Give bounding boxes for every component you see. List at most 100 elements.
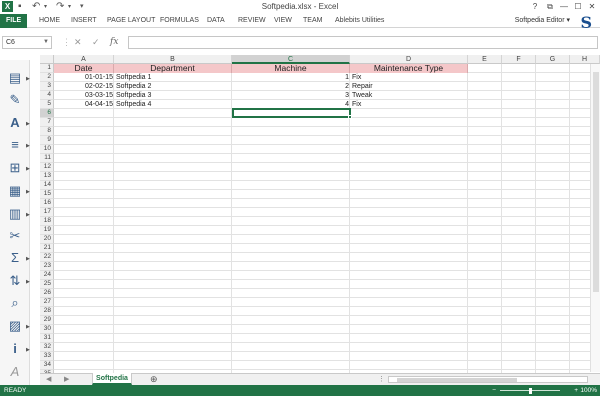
row-header-33[interactable]: 33 <box>40 352 54 361</box>
sum-icon[interactable]: Σ <box>4 250 26 266</box>
maximize-icon[interactable]: ☐ <box>571 0 585 13</box>
row-header-31[interactable]: 31 <box>40 334 54 343</box>
row-header-3[interactable]: 3 <box>40 82 54 91</box>
tab-file[interactable]: FILE <box>0 14 28 28</box>
add-sheet-icon[interactable]: ⊕ <box>150 374 158 385</box>
ribbon-display-options-icon[interactable]: ⧉ <box>543 0 557 13</box>
header-cell-date[interactable]: Date <box>54 64 114 73</box>
column-header-h[interactable]: H <box>570 55 600 64</box>
row-header-7[interactable]: 7 <box>40 118 54 127</box>
row-header-22[interactable]: 22 <box>40 253 54 262</box>
info-icon[interactable]: i <box>4 341 26 357</box>
row-header-32[interactable]: 32 <box>40 343 54 352</box>
text-tools-icon[interactable]: ▦ <box>4 183 26 199</box>
font-expand-icon[interactable]: ▶ <box>26 121 30 127</box>
cell-a4[interactable]: 03-03-15 <box>54 91 113 100</box>
tab-split-icon[interactable]: ⋮ <box>378 374 385 385</box>
row-header-1[interactable]: 1 <box>40 64 54 73</box>
customize-quick-access-icon[interactable]: ▾ <box>80 1 84 13</box>
row-header-26[interactable]: 26 <box>40 289 54 298</box>
style-icon[interactable]: A <box>4 364 26 380</box>
save-icon[interactable]: ▪ <box>18 1 22 13</box>
cancel-icon[interactable]: ✕ <box>74 36 82 49</box>
cell-b5[interactable]: Softpedia 4 <box>116 100 232 109</box>
column-header-g[interactable]: G <box>536 55 570 64</box>
row-header-29[interactable]: 29 <box>40 316 54 325</box>
row-header-17[interactable]: 17 <box>40 208 54 217</box>
row-header-12[interactable]: 12 <box>40 163 54 172</box>
user-account[interactable]: Softpedia Editor ▾ <box>515 14 570 28</box>
zoom-in-icon[interactable]: + <box>574 385 578 396</box>
sheet-tab-softpedia[interactable]: Softpedia <box>92 373 132 385</box>
tab-home[interactable]: HOME <box>39 14 60 28</box>
redo-icon[interactable]: ↷ <box>56 1 64 13</box>
formula-input[interactable] <box>128 36 598 49</box>
row-header-24[interactable]: 24 <box>40 271 54 280</box>
active-cell-c6[interactable] <box>232 108 351 118</box>
sort-icon[interactable]: ⇅ <box>4 273 26 289</box>
row-header-34[interactable]: 34 <box>40 361 54 370</box>
enter-icon[interactable]: ✓ <box>92 36 100 49</box>
row-header-25[interactable]: 25 <box>40 280 54 289</box>
redo-dropdown-icon[interactable]: ▾ <box>68 1 71 13</box>
font-icon[interactable]: A <box>4 115 26 131</box>
row-header-5[interactable]: 5 <box>40 100 54 109</box>
tab-insert[interactable]: INSERT <box>71 14 97 28</box>
align-icon[interactable]: ≡ <box>4 137 26 153</box>
vertical-scroll-thumb[interactable] <box>593 72 599 292</box>
info-expand-icon[interactable]: ▶ <box>26 347 30 353</box>
row-header-28[interactable]: 28 <box>40 307 54 316</box>
row-header-23[interactable]: 23 <box>40 262 54 271</box>
row-header-19[interactable]: 19 <box>40 226 54 235</box>
row-header-13[interactable]: 13 <box>40 172 54 181</box>
row-header-14[interactable]: 14 <box>40 181 54 190</box>
column-header-e[interactable]: E <box>468 55 502 64</box>
cell-d2[interactable]: Fix <box>352 73 468 82</box>
cell-d5[interactable]: Fix <box>352 100 468 109</box>
sort-expand-icon[interactable]: ▶ <box>26 279 30 285</box>
horizontal-scroll-thumb[interactable] <box>397 378 517 382</box>
insert-function-icon[interactable]: fx <box>110 36 118 49</box>
find-icon[interactable]: ⌕ <box>4 295 26 311</box>
cell-c3[interactable]: 2 <box>232 82 349 91</box>
row-header-4[interactable]: 4 <box>40 91 54 100</box>
format-expand-icon[interactable]: ▶ <box>26 324 30 330</box>
cell-b3[interactable]: Softpedia 2 <box>116 82 232 91</box>
name-box-dropdown-icon[interactable]: ▼ <box>43 37 49 48</box>
tab-page-layout[interactable]: PAGE LAYOUT <box>107 14 155 28</box>
row-header-6[interactable]: 6 <box>40 109 54 118</box>
brush-icon[interactable]: ✎ <box>4 92 26 108</box>
header-cell-machine[interactable]: Machine <box>232 64 350 73</box>
border-icon[interactable]: ⊞ <box>4 160 26 176</box>
clipboard-icon[interactable]: ▤ <box>4 70 26 86</box>
horizontal-scrollbar[interactable] <box>388 376 588 383</box>
undo-icon[interactable]: ↶ <box>32 1 40 13</box>
cell-a5[interactable]: 04-04-15 <box>54 100 113 109</box>
zoom-slider-thumb[interactable] <box>529 388 532 394</box>
cell-a2[interactable]: 01-01-15 <box>54 73 113 82</box>
clipboard-expand-icon[interactable]: ▶ <box>26 76 30 82</box>
header-cell-department[interactable]: Department <box>114 64 232 73</box>
align-expand-icon[interactable]: ▶ <box>26 143 30 149</box>
formula-bar-options-icon[interactable]: ⋮ <box>62 36 71 49</box>
sum-expand-icon[interactable]: ▶ <box>26 256 30 262</box>
row-header-16[interactable]: 16 <box>40 199 54 208</box>
row-header-18[interactable]: 18 <box>40 217 54 226</box>
cell-b4[interactable]: Softpedia 3 <box>116 91 232 100</box>
select-all-corner[interactable] <box>40 55 54 64</box>
cell-b2[interactable]: Softpedia 1 <box>116 73 232 82</box>
fill-handle[interactable] <box>348 115 352 119</box>
delete-tools-icon[interactable]: ✂ <box>4 228 26 244</box>
cell-d4[interactable]: Tweak <box>352 91 468 100</box>
row-header-10[interactable]: 10 <box>40 145 54 154</box>
cell-a3[interactable]: 02-02-15 <box>54 82 113 91</box>
close-icon[interactable]: ✕ <box>585 0 599 13</box>
format-icon[interactable]: ▨ <box>4 318 26 334</box>
cell-d3[interactable]: Repair <box>352 82 468 91</box>
row-header-8[interactable]: 8 <box>40 127 54 136</box>
row-header-27[interactable]: 27 <box>40 298 54 307</box>
text-tools-expand-icon[interactable]: ▶ <box>26 189 30 195</box>
cell-c4[interactable]: 3 <box>232 91 349 100</box>
zoom-level[interactable]: 100% <box>580 385 597 396</box>
sheet-next-icon[interactable]: ▶ <box>64 374 69 385</box>
